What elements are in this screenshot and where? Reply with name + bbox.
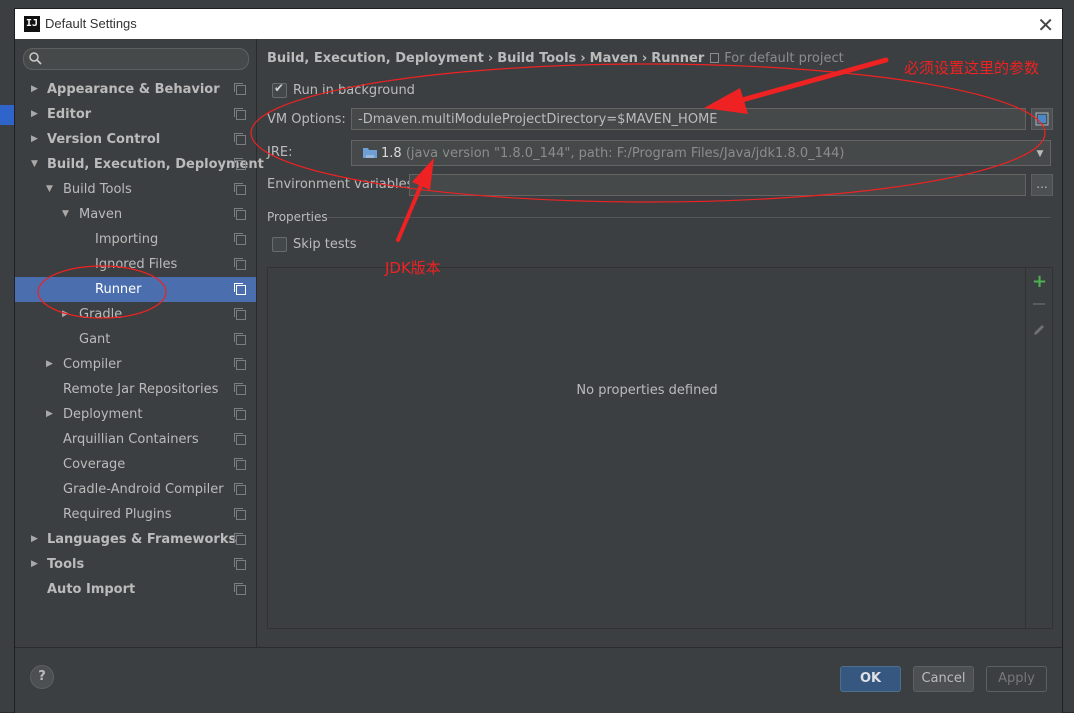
annotation-arrow-jdk xyxy=(396,181,424,242)
annotation-arrowhead-jdk xyxy=(412,158,434,190)
annotation-ellipse-settings xyxy=(250,63,1046,203)
annotation-ellipse-runner xyxy=(37,265,167,319)
annotation-params-note: 必须设置这里的参数 xyxy=(904,59,1040,77)
annotation-arrowhead-params xyxy=(704,88,748,114)
annotation-arrow-params xyxy=(739,57,889,103)
annotation-jdk-note: JDK版本 xyxy=(385,259,441,277)
annotation-overlay xyxy=(37,57,1046,319)
